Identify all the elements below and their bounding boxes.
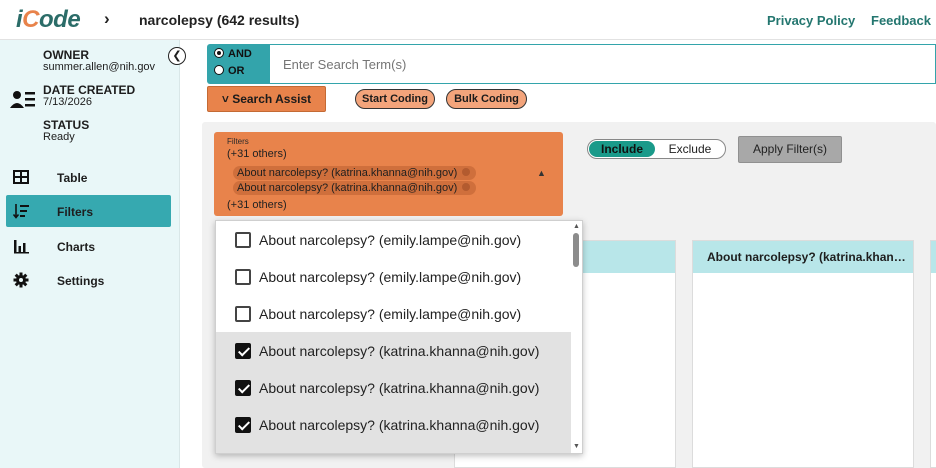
radio-selected-icon bbox=[214, 48, 224, 58]
date-created-info: DATE CREATED 7/13/2026 bbox=[43, 84, 135, 108]
filters-others-count: (+31 others) bbox=[227, 148, 287, 160]
checkbox-unchecked-icon[interactable] bbox=[235, 269, 251, 285]
exclude-option[interactable]: Exclude bbox=[660, 141, 720, 157]
apply-filters-button[interactable]: Apply Filter(s) bbox=[738, 136, 842, 163]
and-radio[interactable]: AND bbox=[214, 48, 252, 60]
filter-chip-label: About narcolepsy? (katrina.khanna@nih.go… bbox=[237, 182, 458, 194]
status-info: STATUS Ready bbox=[43, 119, 89, 143]
filter-chip-label: About narcolepsy? (katrina.khanna@nih.go… bbox=[237, 167, 458, 179]
checkbox-checked-icon[interactable] bbox=[235, 343, 251, 359]
filter-chip[interactable]: About narcolepsy? (katrina.khanna@nih.go… bbox=[233, 181, 477, 195]
date-created-value: 7/13/2026 bbox=[43, 96, 92, 108]
dropdown-option-label: About narcolepsy? (emily.lampe@nih.gov) bbox=[259, 232, 522, 248]
remove-chip-icon[interactable] bbox=[462, 168, 471, 176]
code-column bbox=[930, 240, 936, 468]
sidebar: ❮ OWNER summer.allen@nih.gov DATE CREATE… bbox=[0, 40, 186, 468]
filters-others-count: (+31 others) bbox=[227, 199, 287, 211]
dropdown-option-label: About narcolepsy? (emily.lampe@nih.gov) bbox=[259, 306, 522, 322]
filter-list-icon bbox=[13, 204, 29, 219]
person-details-icon bbox=[10, 91, 35, 108]
owner-value: summer.allen@nih.gov bbox=[43, 61, 156, 73]
sidebar-item-filters[interactable]: Filters bbox=[6, 195, 171, 227]
filters-label: Filters bbox=[227, 137, 249, 146]
include-option[interactable]: Include bbox=[589, 141, 655, 157]
feedback-link[interactable]: Feedback bbox=[871, 13, 931, 28]
or-label: OR bbox=[228, 65, 245, 77]
filter-chip[interactable]: About narcolepsy? (katrina.khanna@nih.go… bbox=[233, 166, 477, 180]
search-assist-button[interactable]: ˅ Search Assist bbox=[207, 86, 326, 112]
status-label: STATUS bbox=[43, 118, 90, 132]
page-title: narcolepsy (642 results) bbox=[139, 12, 300, 28]
sidebar-item-label: Table bbox=[57, 171, 88, 185]
include-exclude-toggle: Include Exclude bbox=[587, 139, 726, 159]
dropdown-option-label: About narcolepsy? (katrina.khanna@nih.go… bbox=[259, 380, 540, 396]
column-header[interactable]: About narcolepsy? (katrina.khan… bbox=[693, 241, 913, 273]
caret-up-icon[interactable]: ▲ bbox=[537, 168, 546, 178]
bar-chart-icon bbox=[14, 240, 29, 254]
checkbox-checked-icon[interactable] bbox=[235, 417, 251, 433]
code-column: About narcolepsy? (katrina.khan… bbox=[692, 240, 914, 468]
dropdown-option[interactable] bbox=[216, 443, 571, 453]
search-input[interactable] bbox=[270, 44, 936, 84]
chevron-down-icon: ˅ bbox=[221, 92, 229, 106]
app-logo[interactable]: iCode bbox=[16, 6, 81, 34]
or-radio[interactable]: OR bbox=[214, 65, 245, 77]
column-header[interactable] bbox=[931, 241, 936, 273]
sidebar-item-settings[interactable]: Settings bbox=[6, 264, 171, 296]
checkbox-unchecked-icon[interactable] bbox=[235, 232, 251, 248]
and-or-selector: AND OR bbox=[207, 44, 270, 84]
dropdown-option[interactable]: About narcolepsy? (emily.lampe@nih.gov) bbox=[216, 295, 571, 332]
sidebar-item-charts[interactable]: Charts bbox=[6, 230, 171, 262]
dropdown-option-label: About narcolepsy? (katrina.khanna@nih.go… bbox=[259, 343, 540, 359]
checkbox-checked-icon[interactable] bbox=[235, 380, 251, 396]
start-coding-button[interactable]: Start Coding bbox=[355, 89, 435, 109]
bulk-coding-button[interactable]: Bulk Coding bbox=[446, 89, 527, 109]
dropdown-option[interactable]: About narcolepsy? (emily.lampe@nih.gov) bbox=[216, 221, 571, 258]
dropdown-option[interactable]: About narcolepsy? (emily.lampe@nih.gov) bbox=[216, 258, 571, 295]
top-bar: iCode › narcolepsy (642 results) Privacy… bbox=[0, 0, 936, 40]
dropdown-option[interactable]: About narcolepsy? (katrina.khanna@nih.go… bbox=[216, 332, 571, 369]
sidebar-item-table[interactable]: Table bbox=[6, 161, 171, 193]
breadcrumb-chevron-icon: › bbox=[104, 9, 110, 28]
search-assist-label: Search Assist bbox=[232, 92, 312, 106]
owner-label: OWNER bbox=[43, 48, 89, 62]
and-label: AND bbox=[228, 48, 252, 60]
status-value: Ready bbox=[43, 131, 75, 143]
scrollbar-thumb[interactable] bbox=[573, 233, 579, 267]
scroll-up-arrow-icon[interactable]: ▲ bbox=[573, 223, 580, 230]
gear-icon bbox=[13, 272, 29, 288]
filters-select[interactable]: Filters (+31 others) About narcolepsy? (… bbox=[214, 132, 563, 216]
sidebar-item-label: Filters bbox=[57, 205, 94, 219]
dropdown-option-label: About narcolepsy? (katrina.khanna@nih.go… bbox=[259, 417, 540, 433]
dropdown-option[interactable]: About narcolepsy? (katrina.khanna@nih.go… bbox=[216, 369, 571, 406]
sidebar-item-label: Settings bbox=[57, 274, 105, 288]
scroll-down-arrow-icon[interactable]: ▼ bbox=[573, 443, 580, 450]
privacy-policy-link[interactable]: Privacy Policy bbox=[767, 13, 855, 28]
checkbox-unchecked-icon[interactable] bbox=[235, 306, 251, 322]
table-icon bbox=[13, 170, 29, 184]
filters-dropdown-menu: About narcolepsy? (emily.lampe@nih.gov) … bbox=[215, 220, 583, 454]
remove-chip-icon[interactable] bbox=[462, 183, 471, 191]
dropdown-option-label: About narcolepsy? (emily.lampe@nih.gov) bbox=[259, 269, 522, 285]
owner-info: OWNER summer.allen@nih.gov bbox=[43, 49, 155, 73]
date-created-label: DATE CREATED bbox=[43, 83, 136, 97]
dropdown-option[interactable]: About narcolepsy? (katrina.khanna@nih.go… bbox=[216, 406, 571, 443]
chevron-left-icon[interactable]: ❮ bbox=[168, 47, 186, 65]
radio-unselected-icon bbox=[214, 65, 224, 75]
sidebar-item-label: Charts bbox=[57, 240, 96, 254]
